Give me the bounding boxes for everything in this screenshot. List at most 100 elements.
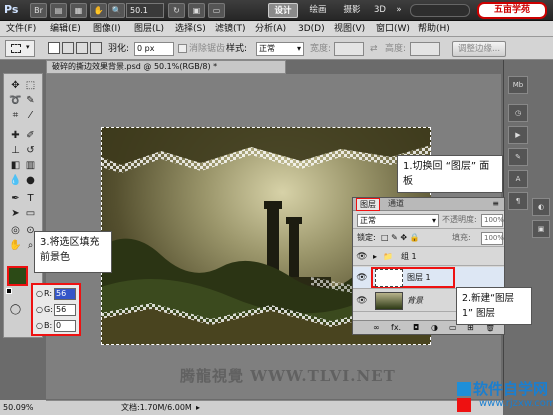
shape-tool-icon[interactable]: ▭: [24, 207, 37, 220]
actions-icon[interactable]: ▶: [508, 126, 528, 144]
rotate-view-icon[interactable]: ↻: [168, 3, 185, 18]
menu-file[interactable]: 文件(F): [6, 22, 36, 36]
layer-row-group[interactable]: 👁 ▸ 📁 组 1: [353, 248, 504, 266]
workspace-photography[interactable]: 摄影: [338, 3, 366, 18]
menu-help[interactable]: 帮助(H): [418, 22, 450, 36]
workspace-design[interactable]: 设计: [268, 3, 298, 18]
layer-name: 图层 1: [407, 273, 431, 282]
foreground-color-swatch[interactable]: [7, 266, 28, 286]
zoom-level-field[interactable]: 50.1: [126, 3, 164, 18]
default-colors-icon[interactable]: [6, 288, 12, 294]
radio-icon[interactable]: ○: [36, 287, 43, 301]
3d-rotate-tool-icon[interactable]: ◎: [9, 224, 22, 237]
add-mask-icon[interactable]: ◘: [413, 322, 419, 334]
layers-panel-tabs: 图层 通道 ≡: [353, 198, 504, 211]
width-input[interactable]: [334, 42, 364, 56]
quick-select-tool-icon[interactable]: ✎: [24, 94, 37, 107]
fx-icon[interactable]: fx.: [391, 322, 401, 334]
screen-mode-icon[interactable]: ▭: [208, 3, 225, 18]
menu-window[interactable]: 窗口(W): [376, 22, 410, 36]
antialias-checkbox[interactable]: [178, 44, 187, 53]
brush-tool-icon[interactable]: ✐: [24, 129, 37, 142]
style-select[interactable]: 正常 ▾: [256, 42, 304, 56]
feather-label: 羽化:: [108, 44, 130, 54]
menu-3d[interactable]: 3D(D): [298, 22, 325, 36]
blur-tool-icon[interactable]: 💧: [9, 174, 22, 187]
eraser-tool-icon[interactable]: ◧: [9, 159, 22, 172]
eyedropper-tool-icon[interactable]: ⁄: [24, 109, 37, 122]
rect-marquee-tool-icon[interactable]: ⬚: [24, 79, 37, 92]
arrange-documents-icon[interactable]: ▣: [188, 3, 205, 18]
masks-icon[interactable]: ▣: [532, 220, 550, 238]
refine-edge-button[interactable]: 调整边缘...: [452, 41, 506, 57]
green-value-input[interactable]: 56: [54, 304, 76, 316]
menu-image[interactable]: 图像(I): [93, 22, 121, 36]
style-label: 样式:: [226, 44, 248, 54]
hand-tool-icon[interactable]: ✋: [90, 3, 107, 18]
layer-row-layer1[interactable]: 👁 图层 1: [353, 267, 504, 289]
link-icon[interactable]: ∞: [373, 322, 380, 334]
visibility-eye-icon[interactable]: 👁: [356, 250, 368, 264]
radio-icon[interactable]: ○: [36, 319, 43, 333]
status-menu-arrow-icon[interactable]: ▸: [196, 401, 200, 415]
menu-layer[interactable]: 图层(L): [134, 22, 164, 36]
radio-icon[interactable]: ○: [36, 303, 43, 317]
lasso-tool-icon[interactable]: ➰: [9, 94, 22, 107]
panel-menu-icon[interactable]: ≡: [489, 198, 502, 211]
history-brush-tool-icon[interactable]: ↺: [24, 144, 37, 157]
gradient-tool-icon[interactable]: ▥: [24, 159, 37, 172]
dodge-tool-icon[interactable]: ●: [24, 174, 37, 187]
bridge-icon[interactable]: Br: [30, 3, 47, 18]
visibility-eye-icon[interactable]: 👁: [356, 294, 368, 308]
menu-view[interactable]: 视图(V): [334, 22, 365, 36]
swap-icon[interactable]: ⇄: [370, 42, 378, 56]
height-input[interactable]: [410, 42, 440, 56]
adjustment-layer-icon[interactable]: ◑: [431, 322, 438, 334]
visibility-eye-icon[interactable]: 👁: [356, 271, 368, 285]
red-label: R:: [44, 289, 53, 298]
mini-bridge-icon[interactable]: Mb: [508, 76, 528, 94]
clone-stamp-tool-icon[interactable]: ⊥: [9, 144, 22, 157]
workspace-painting[interactable]: 绘画: [304, 3, 332, 18]
menu-analysis[interactable]: 分析(A): [255, 22, 286, 36]
intersect-selection-icon[interactable]: [90, 42, 102, 54]
adjustments-icon[interactable]: ◐: [532, 198, 550, 216]
add-selection-icon[interactable]: [62, 42, 74, 54]
quick-mask-icon[interactable]: ◯: [9, 303, 22, 316]
zoom-tool-icon[interactable]: 🔍: [108, 3, 125, 18]
view-extras-icon[interactable]: ▦: [70, 3, 87, 18]
healing-tool-icon[interactable]: ✚: [9, 129, 22, 142]
tab-layers[interactable]: 图层: [356, 198, 380, 211]
cs-live-search[interactable]: [410, 4, 470, 17]
new-selection-icon[interactable]: [48, 42, 60, 54]
document-tab[interactable]: 破碎的撕边效果背景.psd @ 50.1%(RGB/8) *: [46, 60, 286, 74]
move-tool-icon[interactable]: ✥: [9, 79, 22, 92]
blend-mode-select[interactable]: 正常 ▾: [357, 214, 439, 227]
site-logo-url: www.rjzxw.com: [479, 398, 553, 409]
brush-presets-icon[interactable]: ✎: [508, 148, 528, 166]
menu-edit[interactable]: 编辑(E): [50, 22, 81, 36]
menu-filter[interactable]: 滤镜(T): [215, 22, 246, 36]
workspace-3d[interactable]: 3D: [371, 3, 389, 18]
opacity-input[interactable]: 100%: [481, 214, 504, 227]
path-select-tool-icon[interactable]: ➤: [9, 207, 22, 220]
pen-tool-icon[interactable]: ✒: [9, 192, 22, 205]
minibridge-icon[interactable]: ▤: [50, 3, 67, 18]
blue-value-input[interactable]: 0: [54, 320, 76, 332]
subtract-selection-icon[interactable]: [76, 42, 88, 54]
paragraph-icon[interactable]: ¶: [508, 192, 528, 210]
tool-preset-picker[interactable]: ▾: [5, 40, 35, 57]
hand-tool-icon[interactable]: ✋: [9, 239, 22, 252]
red-value-input[interactable]: 56: [54, 288, 76, 300]
expand-triangle-icon[interactable]: ▸: [373, 251, 377, 263]
feather-input[interactable]: 0 px: [134, 42, 174, 56]
fill-input[interactable]: 100%: [481, 232, 504, 245]
character-icon[interactable]: A: [508, 170, 528, 188]
tab-channels[interactable]: 通道: [385, 198, 407, 211]
menu-select[interactable]: 选择(S): [175, 22, 206, 36]
crop-tool-icon[interactable]: ⌗: [9, 109, 22, 122]
workspace-more-icon[interactable]: »: [394, 3, 404, 18]
lock-icons[interactable]: □ ✎ ✥ 🔒: [381, 232, 420, 244]
type-tool-icon[interactable]: T: [24, 192, 37, 205]
history-icon[interactable]: ◷: [508, 104, 528, 122]
